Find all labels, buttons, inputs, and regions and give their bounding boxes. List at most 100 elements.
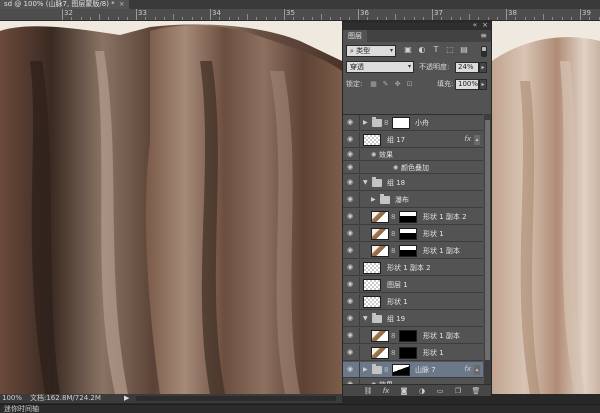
mask-link-icon[interactable]: 8 [391, 213, 395, 221]
layer-effect-row[interactable]: ◉◉效果 [343, 149, 483, 161]
layer-mask-thumbnail[interactable] [399, 245, 417, 257]
lock-position-icon[interactable]: ✥ [393, 80, 402, 89]
layer-row[interactable]: ◉ 图层 1 [343, 277, 483, 293]
document-canvas[interactable] [0, 21, 600, 394]
layer-thumbnail[interactable] [371, 330, 389, 342]
visibility-eye-icon[interactable]: ◉ [347, 281, 356, 288]
document-tab[interactable]: sd @ 100% (山脉7, 图层蒙版/8) * × [0, 0, 129, 9]
visibility-eye-icon[interactable]: ◉ [347, 247, 356, 254]
panel-header-bar[interactable]: « × [343, 21, 491, 30]
visibility-eye-icon[interactable]: ◉ [347, 151, 356, 158]
effects-toggle-icon[interactable]: ▴ [474, 135, 480, 145]
layer-row[interactable]: ◉ 组 17 fx ▴ [343, 132, 483, 148]
visibility-eye-icon[interactable]: ◉ [347, 349, 356, 356]
visibility-eye-icon[interactable]: ◉ [347, 136, 356, 143]
visibility-eye-icon[interactable]: ◉ [347, 230, 356, 237]
new-layer-icon[interactable]: ❐ [453, 387, 463, 396]
layer-group-row[interactable]: ◉ ▼ 组 19 [343, 311, 483, 327]
layer-mask-thumbnail[interactable] [399, 228, 417, 240]
mask-link-icon[interactable]: 8 [391, 247, 395, 255]
opacity-dropdown-button[interactable]: ▸ [479, 62, 487, 73]
visibility-eye-icon[interactable]: ◉ [347, 315, 356, 322]
layer-row[interactable]: ◉ 8 形状 1 副本 [343, 328, 483, 344]
layer-mask-thumbnail[interactable] [399, 330, 417, 342]
visibility-eye-icon[interactable]: ◉ [347, 164, 356, 171]
fx-icon[interactable]: fx [464, 365, 471, 373]
horizontal-scrollbar[interactable] [136, 396, 336, 401]
layer-group-row[interactable]: ◉ ▼ 组 18 [343, 175, 483, 191]
layer-thumbnail[interactable] [371, 245, 389, 257]
close-icon[interactable]: × [119, 0, 125, 8]
visibility-eye-icon[interactable]: ◉ [347, 119, 356, 126]
image-filter-icon[interactable]: ▣ [403, 45, 413, 54]
visibility-eye-icon[interactable]: ◉ [347, 264, 356, 271]
layer-thumbnail[interactable] [363, 296, 381, 308]
adjustment-icon[interactable]: ◑ [417, 387, 427, 396]
fill-dropdown-button[interactable]: ▸ [479, 79, 487, 90]
tab-timeline[interactable]: 时间轴 [14, 405, 43, 413]
mask-link-icon[interactable]: 8 [391, 332, 395, 340]
filter-toggle[interactable] [481, 46, 487, 57]
scrollbar-thumb[interactable] [485, 120, 490, 360]
effect-visibility-icon[interactable]: ◉ [393, 165, 398, 171]
panel-menu-icon[interactable]: ≡ [480, 31, 487, 40]
mask-link-icon[interactable]: 8 [384, 119, 388, 127]
mask-link-icon[interactable]: 8 [391, 230, 395, 238]
collapse-icon[interactable]: « [473, 21, 477, 29]
layer-thumbnail[interactable] [371, 347, 389, 359]
layer-row[interactable]: ◉ 8 形状 1 [343, 345, 483, 361]
layers-list[interactable]: ◉ ▶ 8 小舟 ◉ 组 17 fx ▴ ◉ ◉ 效果 ◉ ◉ 颜色叠加 ◉ ▼ 组 18 ◉ ▶ 瀑布 ◉ 8 形状 1 … [343, 114, 483, 384]
layer-thumbnail[interactable] [363, 279, 381, 291]
expand-arrow-icon[interactable]: ▶ [363, 366, 368, 374]
status-menu-arrow-icon[interactable]: ▶ [124, 394, 129, 403]
fx-icon[interactable]: fx [381, 387, 391, 396]
zoom-level[interactable]: 100% [2, 394, 22, 403]
lock-transparent-icon[interactable]: ▦ [369, 80, 378, 89]
layer-group-row[interactable]: ◉ ▶ 瀑布 [343, 192, 483, 208]
layer-thumbnail[interactable] [363, 134, 381, 146]
text-filter-icon[interactable]: T [431, 45, 441, 54]
layer-mask-thumbnail[interactable] [399, 211, 417, 223]
adjustment-filter-icon[interactable]: ◐ [417, 45, 427, 54]
link-icon[interactable]: ⛓ [363, 387, 373, 396]
effect-visibility-icon[interactable]: ◉ [371, 152, 376, 158]
visibility-eye-icon[interactable]: ◉ [347, 196, 356, 203]
mask-icon[interactable]: ◙ [399, 387, 409, 396]
opacity-input[interactable]: 24% [455, 62, 479, 73]
layer-group-row[interactable]: ◉ ▶ 8 小舟 [343, 115, 483, 131]
lock-all-icon[interactable]: ⊡ [405, 80, 414, 89]
expand-arrow-icon[interactable]: ▶ [371, 196, 376, 204]
trash-icon[interactable]: 🗑 [471, 387, 481, 396]
mask-link-icon[interactable]: 8 [384, 366, 388, 374]
layer-thumbnail[interactable] [371, 228, 389, 240]
folder-icon[interactable]: ▭ [435, 387, 445, 396]
layer-row[interactable]: ◉ 8 形状 1 副本 2 [343, 209, 483, 225]
visibility-eye-icon[interactable]: ◉ [347, 298, 356, 305]
visibility-eye-icon[interactable]: ◉ [347, 366, 356, 373]
layer-row[interactable]: ◉ 形状 1 副本 2 [343, 260, 483, 276]
layer-row[interactable]: ◉ 8 形状 1 副本 [343, 243, 483, 259]
close-icon[interactable]: × [482, 21, 488, 29]
effects-toggle-icon[interactable]: ▴ [474, 365, 480, 375]
visibility-eye-icon[interactable]: ◉ [347, 332, 356, 339]
blend-mode-select[interactable]: 穿透 ▾ [346, 61, 414, 73]
fill-input[interactable]: 100% [455, 79, 479, 90]
layer-mask-thumbnail[interactable] [399, 347, 417, 359]
layer-group-row[interactable]: ◉ ▶ 8 山脉 7 fx ▴ [343, 362, 483, 378]
layer-row[interactable]: ◉ 形状 1 [343, 294, 483, 310]
layer-thumbnail[interactable] [371, 211, 389, 223]
visibility-eye-icon[interactable]: ◉ [347, 213, 356, 220]
layer-row[interactable]: ◉ 8 形状 1 [343, 226, 483, 242]
collapse-arrow-icon[interactable]: ▼ [363, 179, 368, 187]
layer-effect-row[interactable]: ◉ ◉ 颜色叠加 [343, 162, 483, 174]
mask-link-icon[interactable]: 8 [391, 349, 395, 357]
smart-object-filter-icon[interactable]: ▤ [459, 45, 469, 54]
shape-filter-icon[interactable]: ⬚ [445, 45, 455, 54]
layer-thumbnail[interactable] [363, 262, 381, 274]
layers-scrollbar[interactable] [484, 114, 491, 384]
expand-arrow-icon[interactable]: ▶ [363, 119, 368, 127]
collapse-arrow-icon[interactable]: ▼ [363, 315, 368, 323]
lock-pixels-icon[interactable]: ✎ [381, 80, 390, 89]
layer-mask-thumbnail[interactable] [392, 117, 410, 129]
tab-layers[interactable]: 图层 [343, 30, 367, 42]
